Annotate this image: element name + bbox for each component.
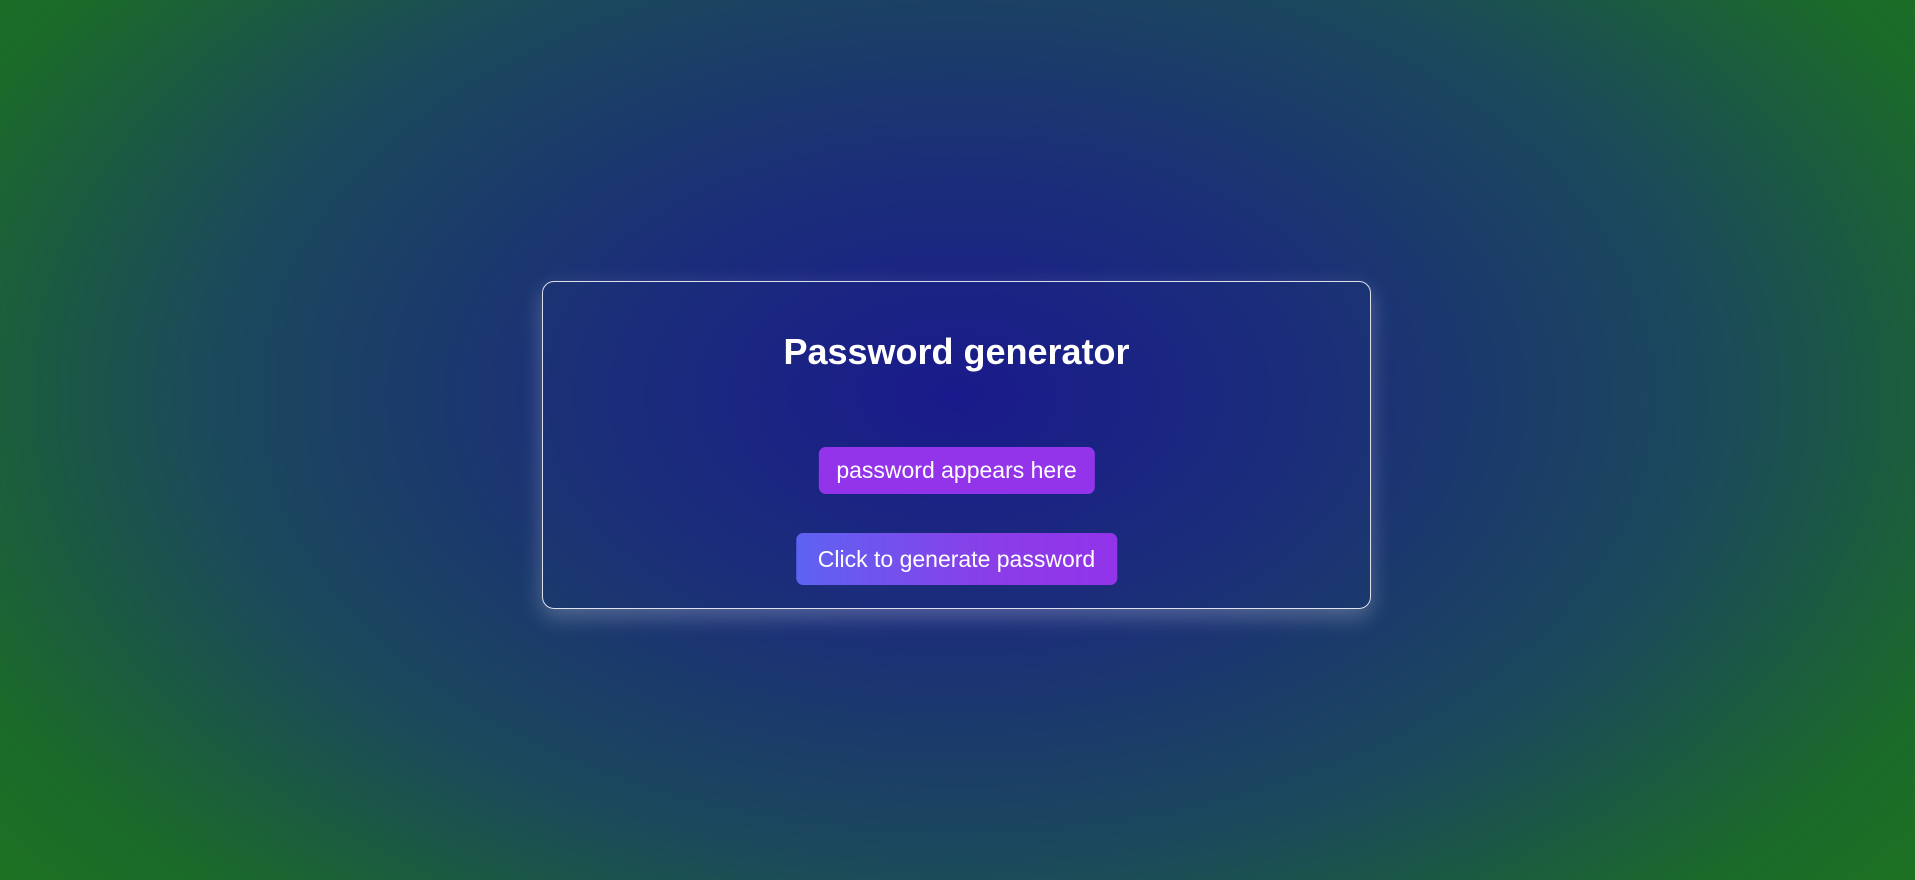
password-generator-card: Password generator password appears here… — [542, 281, 1371, 609]
page-title: Password generator — [783, 331, 1130, 372]
generate-password-button[interactable]: Click to generate password — [795, 533, 1118, 585]
password-output: password appears here — [818, 447, 1095, 494]
